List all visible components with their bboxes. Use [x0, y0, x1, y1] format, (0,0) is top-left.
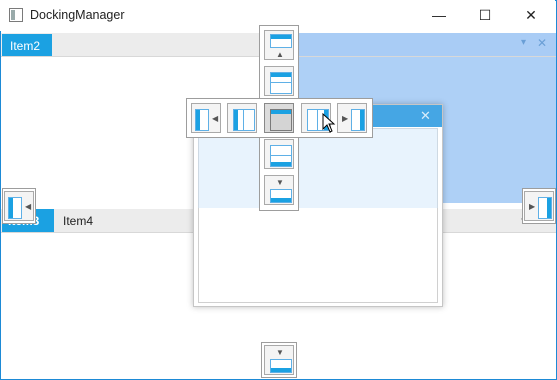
window-title: DockingManager: [30, 8, 125, 22]
pane-left-icon: [195, 109, 209, 131]
dock-outer-bottom-guide-button[interactable]: ▼: [264, 175, 294, 205]
arrow-down-icon: ▼: [276, 178, 284, 187]
arrow-right-icon: ▶: [342, 114, 349, 123]
pane-bottom-icon: [270, 189, 292, 203]
dock-outer-top-button[interactable]: ▲: [264, 30, 294, 60]
close-button[interactable]: ✕: [508, 0, 554, 31]
floating-window-overlay: [198, 128, 438, 208]
dock-outer-left-button[interactable]: ◀: [191, 103, 221, 133]
arrow-left-icon: ◀: [25, 202, 32, 211]
minimize-button[interactable]: —: [416, 0, 462, 31]
pane-split-top-icon: [270, 72, 292, 94]
pane-bottom-icon: [270, 359, 292, 373]
dock-center-button[interactable]: [264, 103, 294, 133]
dock-edge-right-button[interactable]: ▶: [524, 191, 554, 221]
tab-item2[interactable]: Item2: [2, 34, 52, 56]
dock-inner-top-button[interactable]: [264, 66, 294, 96]
dock-inner-bottom-button[interactable]: [264, 139, 294, 169]
dock-inner-left-button[interactable]: [227, 103, 257, 133]
arrow-down-icon: ▼: [276, 348, 284, 357]
maximize-button[interactable]: ☐: [462, 0, 508, 31]
pane-left-icon: [8, 197, 22, 219]
floating-close-icon[interactable]: ✕: [420, 108, 431, 124]
item2-menu-icon[interactable]: ▾: [521, 37, 526, 48]
app-icon: [9, 8, 23, 22]
arrow-up-icon: ▲: [276, 50, 284, 59]
tab-item4[interactable]: Item4: [55, 209, 115, 232]
pane-split-left-icon: [233, 109, 255, 131]
dock-edge-left-button[interactable]: ◀: [4, 191, 34, 221]
dock-edge-bottom-button[interactable]: ▼: [264, 345, 294, 375]
pane-right-icon: [351, 109, 365, 131]
dock-outer-right-button[interactable]: ▶: [337, 103, 367, 133]
arrow-left-icon: ◀: [212, 114, 219, 123]
dock-preview-header: [298, 33, 556, 56]
mouse-cursor-icon: [322, 113, 336, 133]
pane-center-icon: [270, 109, 292, 131]
pane-split-bottom-icon: [270, 145, 292, 167]
item2-close-icon[interactable]: ✕: [537, 36, 547, 50]
arrow-right-icon: ▶: [529, 202, 536, 211]
pane-right-icon: [538, 197, 552, 219]
pane-top-icon: [270, 34, 292, 48]
